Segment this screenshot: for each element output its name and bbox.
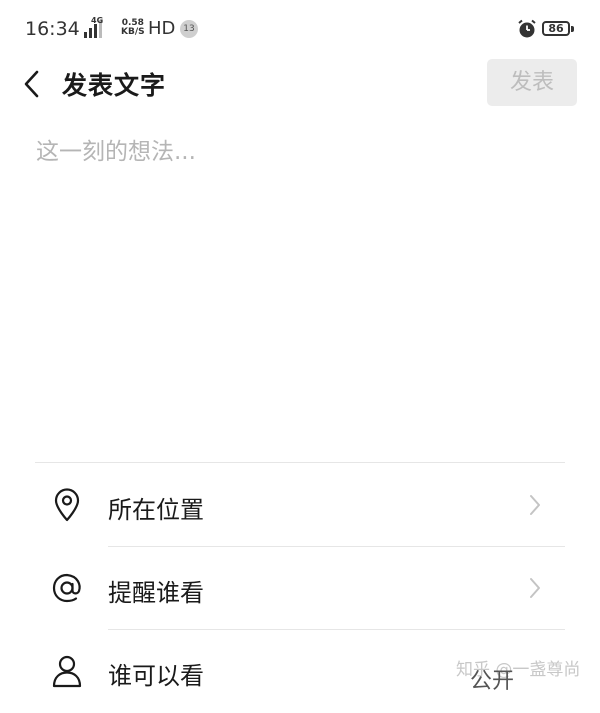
visibility-value: 公开 — [470, 669, 515, 694]
back-button[interactable] — [14, 64, 50, 104]
location-option-label: 所在位置 — [108, 496, 204, 524]
alarm-icon — [517, 19, 537, 43]
person-icon — [50, 654, 84, 688]
signal-icon: 4G — [84, 16, 104, 38]
notification-badge: 13 — [180, 20, 198, 38]
battery-tip — [571, 26, 574, 32]
network-speed: 0.58 KB/S — [121, 19, 145, 37]
composer-divider — [35, 462, 565, 463]
hd-indicator: HD — [148, 18, 176, 39]
battery-icon: 86 — [542, 21, 570, 36]
location-pin-icon — [50, 488, 84, 522]
chevron-right-icon — [528, 576, 542, 604]
remind-option-label: 提醒谁看 — [108, 579, 204, 607]
status-bar: 16:34 4G 0.58 KB/S HD 13 86 — [0, 0, 600, 60]
chevron-left-icon — [24, 70, 39, 98]
location-option[interactable]: 所在位置 — [0, 464, 600, 547]
publish-button[interactable]: 发表 — [487, 59, 577, 106]
chevron-right-icon — [528, 493, 542, 521]
visibility-option-label: 谁可以看 — [108, 662, 204, 690]
page-title: 发表文字 — [62, 71, 167, 100]
post-text-input[interactable] — [36, 132, 566, 432]
status-time: 16:34 — [25, 18, 80, 40]
network-speed-unit: KB/S — [121, 27, 145, 37]
at-sign-icon — [50, 571, 84, 605]
remind-option[interactable]: 提醒谁看 — [0, 547, 600, 630]
network-type: 4G — [91, 16, 104, 25]
